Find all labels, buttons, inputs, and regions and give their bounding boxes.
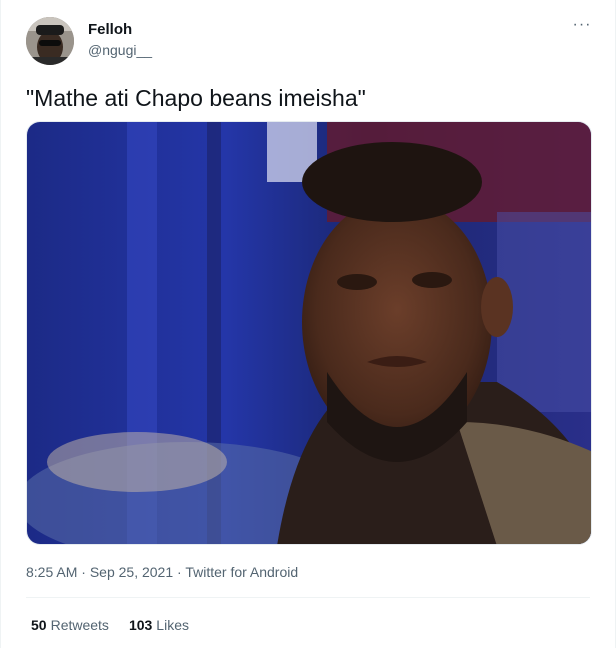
avatar[interactable] bbox=[26, 17, 74, 65]
retweets-stat[interactable]: 50 Retweets bbox=[31, 616, 109, 634]
meta-separator: · bbox=[177, 564, 182, 580]
more-options-button[interactable]: ··· bbox=[569, 16, 595, 38]
tweet-time[interactable]: 8:25 AM bbox=[26, 564, 77, 580]
tweet-source[interactable]: Twitter for Android bbox=[185, 564, 298, 580]
retweets-label: Retweets bbox=[50, 617, 109, 633]
likes-stat[interactable]: 103 Likes bbox=[129, 616, 189, 634]
tweet-stats: 50 Retweets 103 Likes bbox=[31, 616, 189, 634]
display-name[interactable]: Felloh bbox=[88, 21, 132, 39]
tweet-metadata: 8:25 AM · Sep 25, 2021 · Twitter for And… bbox=[26, 563, 298, 581]
tweet-media[interactable] bbox=[26, 121, 592, 545]
tweet-date[interactable]: Sep 25, 2021 bbox=[90, 564, 173, 580]
retweets-count: 50 bbox=[31, 617, 47, 633]
tweet-card: Felloh @ngugi__ ··· "Mathe ati Chapo bea… bbox=[0, 0, 616, 648]
user-handle[interactable]: @ngugi__ bbox=[88, 41, 152, 59]
media-image bbox=[27, 122, 591, 544]
likes-count: 103 bbox=[128, 617, 153, 633]
more-horizontal-icon: ··· bbox=[572, 16, 592, 33]
meta-separator: · bbox=[81, 564, 86, 580]
divider bbox=[26, 597, 590, 598]
tweet-text: "Mathe ati Chapo beans imeisha" bbox=[26, 85, 366, 111]
avatar-image bbox=[26, 17, 74, 65]
likes-label: Likes bbox=[156, 617, 189, 633]
